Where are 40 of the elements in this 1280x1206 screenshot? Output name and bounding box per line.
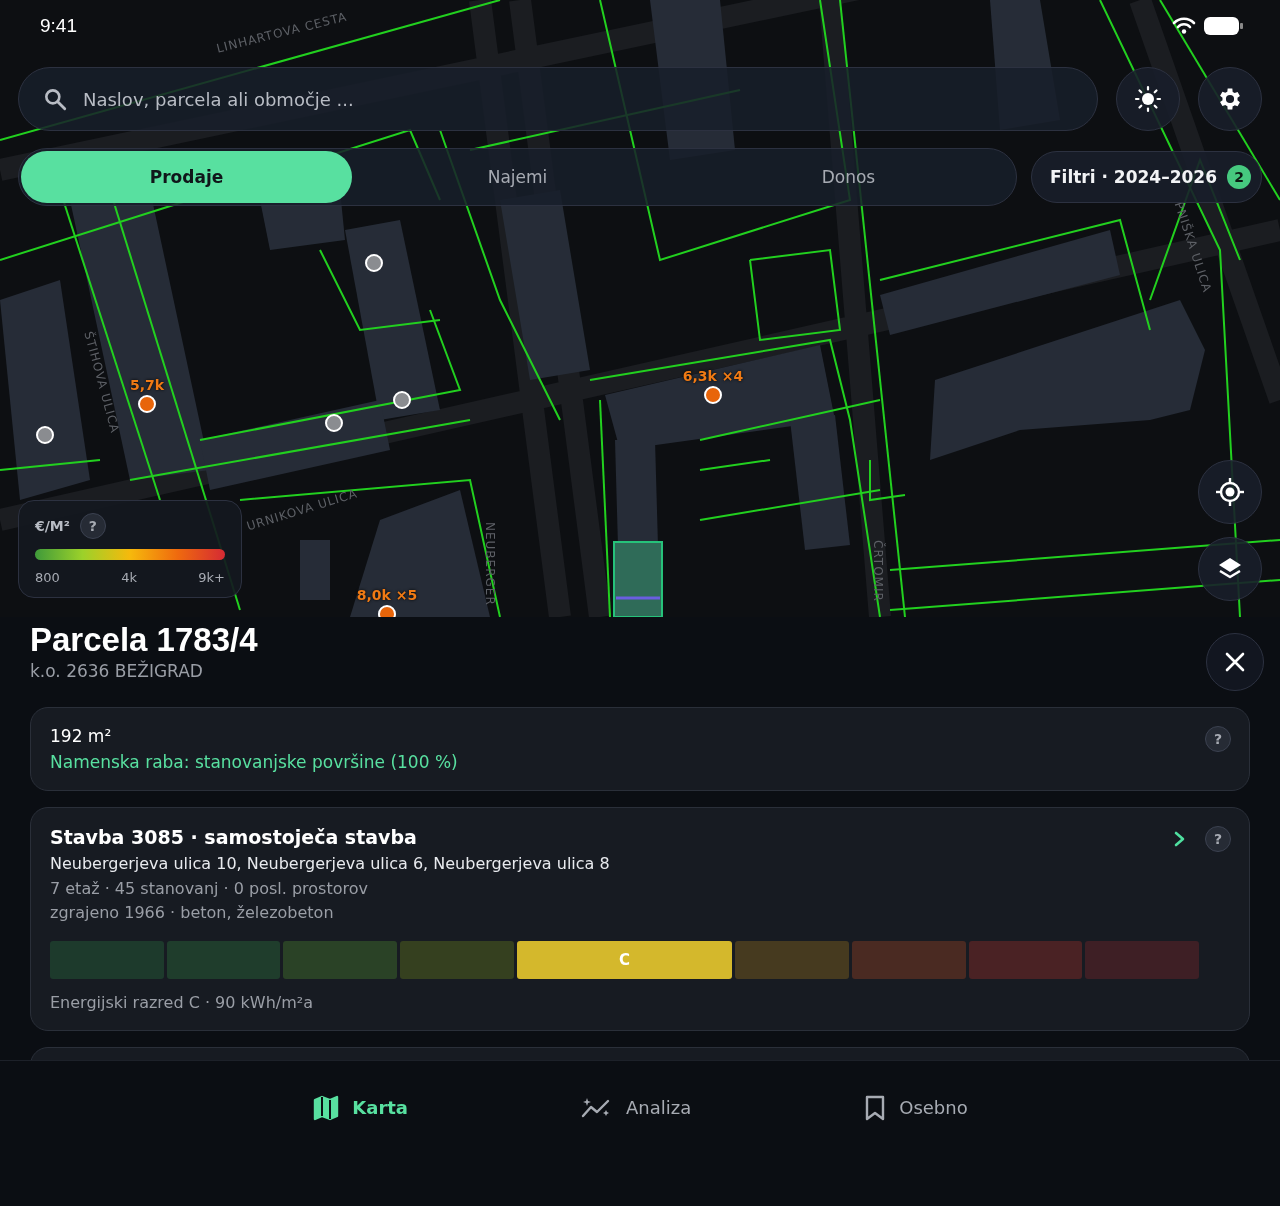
- land-use-text: Namenska raba: stanovanjske površine (100 %): [50, 752, 458, 772]
- legend-tick: 9k+: [198, 570, 225, 585]
- building-construction: zgrajeno 1966 · beton, železobeton: [50, 903, 335, 922]
- energy-class-segment: C: [516, 941, 733, 979]
- parcel-title: Parcela 1783/4: [30, 621, 258, 659]
- battery-icon: [1204, 16, 1244, 36]
- mode-tab[interactable]: Prodaje: [21, 151, 352, 203]
- nav-item[interactable]: Osebno: [857, 1092, 974, 1123]
- price-label: 6,3k ×4: [682, 368, 744, 384]
- street-label: ČRTOMIR: [871, 540, 885, 602]
- chevron-right-icon[interactable]: [1173, 830, 1187, 848]
- crosshair-icon: [1215, 477, 1245, 507]
- mode-tab[interactable]: Najemi: [352, 151, 683, 203]
- legend-tick: 4k: [121, 570, 137, 585]
- map-icon: [312, 1093, 341, 1122]
- search-field[interactable]: Naslov, parcela ali območje ...: [18, 67, 1098, 131]
- nav-item[interactable]: Analiza: [574, 1092, 698, 1123]
- filter-button[interactable]: Filtri · 2024–2026 2: [1030, 151, 1262, 203]
- wifi-icon: [1172, 17, 1196, 35]
- parcel-subtitle: k.o. 2636 BEŽIGRAD: [30, 661, 204, 681]
- building-addresses: Neubergerjeva ulica 10, Neubergerjeva ulica 6, Neubergerjeva ulica 8: [50, 854, 610, 873]
- help-button[interactable]: ?: [1205, 726, 1231, 752]
- area-value: 192 m²: [50, 726, 113, 746]
- street-label: NEUBERGER: [483, 522, 497, 606]
- search-icon: [42, 86, 68, 112]
- energy-class-note: Energijski razred C · 90 kWh/m²a: [50, 993, 314, 1012]
- price-label: 8,0k ×5: [356, 587, 418, 603]
- status-time: 9:41: [40, 15, 77, 37]
- help-button[interactable]: ?: [79, 513, 106, 539]
- filter-count-badge: 2: [1227, 165, 1251, 189]
- close-icon: [1224, 651, 1246, 673]
- sun-icon: [1134, 85, 1162, 113]
- mode-tab[interactable]: Donos: [682, 151, 1014, 203]
- legend-title: €/M²: [35, 518, 70, 534]
- price-label: 5,7k: [129, 377, 165, 393]
- building-title: Stavba 3085 · samostoječa stavba: [50, 826, 418, 848]
- legend-tick: 800: [35, 570, 60, 585]
- nav-item[interactable]: Karta: [306, 1092, 414, 1123]
- building-stats: 7 etaž · 45 stanovanj · 0 posl. prostorov: [50, 879, 369, 898]
- help-button[interactable]: ?: [1205, 826, 1231, 852]
